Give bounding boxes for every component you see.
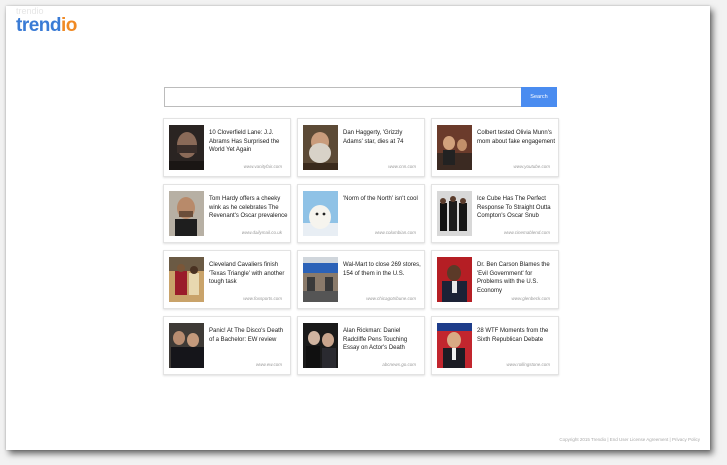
article-card[interactable]: 10 Cloverfield Lane: J.J. Abrams Has Sur… xyxy=(163,118,291,177)
article-source: www.cinemablend.com xyxy=(503,230,550,235)
search-bar: Search xyxy=(164,87,557,107)
article-thumbnail[interactable] xyxy=(303,323,338,368)
article-thumbnail[interactable] xyxy=(437,125,472,170)
article-card[interactable]: 28 WTF Moments from the Sixth Republican… xyxy=(431,316,559,375)
article-card[interactable]: Ice Cube Has The Perfect Response To Str… xyxy=(431,184,559,243)
article-thumbnail[interactable] xyxy=(303,125,338,170)
page-container: trendio trendio Search 10 Cloverfield La… xyxy=(6,6,710,450)
footer-links[interactable]: Copyright 2015 Trendio | End User Licens… xyxy=(559,437,700,442)
article-card[interactable]: Tom Hardy offers a cheeky wink as he cel… xyxy=(163,184,291,243)
article-card[interactable]: Cleveland Cavaliers finish 'Texas Triang… xyxy=(163,250,291,309)
article-source: www.rollingstone.com xyxy=(506,362,550,367)
article-thumbnail[interactable] xyxy=(169,191,204,236)
article-headline[interactable]: Cleveland Cavaliers finish 'Texas Triang… xyxy=(209,261,289,287)
logo-text-primary: trend xyxy=(16,15,62,36)
article-card[interactable]: Alan Rickman: Daniel Radcliffe Pens Touc… xyxy=(297,316,425,375)
article-headline[interactable]: Colbert tested Olivia Munn's mom about f… xyxy=(477,129,557,146)
search-input[interactable] xyxy=(164,87,521,107)
article-headline[interactable]: Dr. Ben Carson Blames the 'Evil Governme… xyxy=(477,261,557,295)
article-card[interactable]: Panic! At The Disco's Death of a Bachelo… xyxy=(163,316,291,375)
article-source: abcnews.go.com xyxy=(382,362,416,367)
article-grid: 10 Cloverfield Lane: J.J. Abrams Has Sur… xyxy=(163,118,559,375)
article-headline[interactable]: Dan Haggerty, 'Grizzly Adams' star, dies… xyxy=(343,129,423,146)
article-thumbnail[interactable] xyxy=(169,125,204,170)
article-thumbnail[interactable] xyxy=(303,257,338,302)
article-thumbnail[interactable] xyxy=(169,323,204,368)
article-card[interactable]: Wal-Mart to close 269 stores, 154 of the… xyxy=(297,250,425,309)
article-source: www.youtube.com xyxy=(513,164,550,169)
article-source: www.ew.com xyxy=(255,362,282,367)
article-source: www.cnn.com xyxy=(388,164,416,169)
article-card[interactable]: Colbert tested Olivia Munn's mom about f… xyxy=(431,118,559,177)
article-source: www.dailymail.co.uk xyxy=(241,230,282,235)
article-headline[interactable]: 28 WTF Moments from the Sixth Republican… xyxy=(477,327,557,344)
article-source: www.foxsports.com xyxy=(243,296,282,301)
article-headline[interactable]: Wal-Mart to close 269 stores, 154 of the… xyxy=(343,261,423,278)
article-source: www.vanityfair.com xyxy=(243,164,282,169)
article-headline[interactable]: Alan Rickman: Daniel Radcliffe Pens Touc… xyxy=(343,327,423,353)
article-source: www.columbian.com xyxy=(374,230,416,235)
article-headline[interactable]: Tom Hardy offers a cheeky wink as he cel… xyxy=(209,195,289,221)
article-source: www.chicagotribune.com xyxy=(366,296,416,301)
article-headline[interactable]: Ice Cube Has The Perfect Response To Str… xyxy=(477,195,557,221)
article-card[interactable]: Dr. Ben Carson Blames the 'Evil Governme… xyxy=(431,250,559,309)
article-thumbnail[interactable] xyxy=(437,323,472,368)
article-headline[interactable]: 10 Cloverfield Lane: J.J. Abrams Has Sur… xyxy=(209,129,289,155)
search-button[interactable]: Search xyxy=(521,87,557,107)
article-headline[interactable]: 'Norm of the North' isn't cool xyxy=(343,195,423,204)
article-card[interactable]: Dan Haggerty, 'Grizzly Adams' star, dies… xyxy=(297,118,425,177)
article-thumbnail[interactable] xyxy=(169,257,204,302)
logo-text-accent: io xyxy=(61,15,77,36)
article-thumbnail[interactable] xyxy=(437,257,472,302)
article-thumbnail[interactable] xyxy=(303,191,338,236)
article-card[interactable]: 'Norm of the North' isn't cool www.colum… xyxy=(297,184,425,243)
article-thumbnail[interactable] xyxy=(437,191,472,236)
article-source: www.glenbeck.com xyxy=(511,296,550,301)
article-headline[interactable]: Panic! At The Disco's Death of a Bachelo… xyxy=(209,327,289,344)
trendio-logo[interactable]: trendio xyxy=(16,16,77,35)
